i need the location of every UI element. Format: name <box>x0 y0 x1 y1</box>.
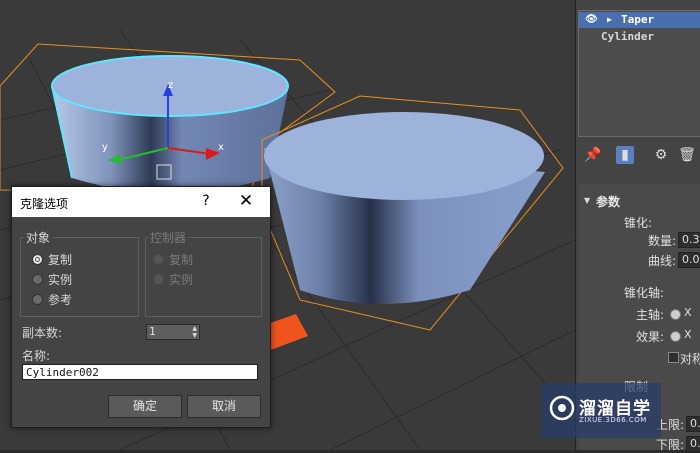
watermark-logo-icon <box>549 395 575 421</box>
cylinder-right[interactable] <box>261 95 564 331</box>
name-label: 名称: <box>22 349 51 363</box>
stack-item-label: Taper <box>621 13 655 26</box>
controller-copy-label: 复制 <box>169 253 194 267</box>
make-unique-icon[interactable]: ⚙ <box>652 146 670 164</box>
amount-label: 数量: <box>648 234 677 248</box>
effect-label: 效果: <box>636 330 665 344</box>
show-end-result-icon[interactable]: ▮ <box>616 146 634 164</box>
object-instance-label[interactable]: 实例 <box>48 271 72 288</box>
close-icon[interactable]: ✕ <box>236 191 256 211</box>
lower-limit-label: 下限: <box>656 438 685 452</box>
object-instance-radio[interactable] <box>32 274 43 285</box>
object-reference-label[interactable]: 参考 <box>48 291 72 308</box>
eye-icon[interactable]: 👁 <box>585 12 598 28</box>
stack-item-label: Cylinder <box>601 30 654 43</box>
cancel-button[interactable]: 取消 <box>187 395 261 418</box>
amount-spinner[interactable]: 0.3 <box>678 232 700 248</box>
help-button[interactable]: ? <box>198 193 214 209</box>
curve-label: 曲线: <box>648 254 677 268</box>
object-copy-radio[interactable] <box>32 254 43 265</box>
stack-item-cylinder[interactable]: Cylinder <box>579 29 700 45</box>
taper-axis-group-label: 锥化轴: <box>624 286 665 300</box>
taper-group-label: 锥化: <box>624 216 653 230</box>
copies-value: 1 <box>149 325 156 338</box>
copies-spinner[interactable]: 1 ▲ ▼ <box>146 324 200 340</box>
rollout-title[interactable]: 参数 <box>596 193 620 210</box>
upper-limit-spinner[interactable]: 0.0 <box>686 416 700 432</box>
expand-arrow-icon[interactable]: ▶ <box>607 12 612 28</box>
axis-label-z: z <box>168 80 174 91</box>
spinner-arrows-icon[interactable]: ▲ ▼ <box>192 325 197 339</box>
controller-copy-radio <box>153 254 164 265</box>
primary-axis-radio-x[interactable] <box>670 309 681 320</box>
object-copy-label[interactable]: 复制 <box>48 251 72 268</box>
pin-stack-icon[interactable]: 📌 <box>584 146 602 164</box>
axis-label-y: y <box>102 142 108 153</box>
axis-label-x: x <box>218 142 224 153</box>
stack-item-taper[interactable]: 👁 ▶ Taper <box>579 12 700 28</box>
remove-modifier-icon[interactable]: 🗑 <box>678 146 696 164</box>
modifier-toolbar: 📌 ▮ ⚙ 🗑 <box>578 142 700 168</box>
object-group-label: 对象 <box>24 229 53 246</box>
controller-instance-label: 实例 <box>169 273 194 287</box>
primary-axis-option: X <box>684 306 692 319</box>
modifier-stack[interactable]: 👁 ▶ Taper Cylinder <box>578 10 700 137</box>
clone-options-dialog: 克隆选项 ? ✕ 对象 复制 实例 参考 控制器 复制 实例 副本数: 1 ▲ ▼… <box>11 186 271 428</box>
effect-option: X <box>684 328 692 341</box>
object-reference-radio[interactable] <box>32 294 43 305</box>
ok-button[interactable]: 确定 <box>108 395 182 418</box>
curve-spinner[interactable]: 0.0 <box>678 252 700 268</box>
name-input[interactable]: Cylinder002 <box>22 364 258 380</box>
symmetry-label: 对称 <box>680 352 700 366</box>
copies-label: 副本数: <box>22 326 63 340</box>
primary-axis-label: 主轴: <box>636 308 665 322</box>
dialog-titlebar[interactable]: 克隆选项 ? ✕ <box>12 187 270 217</box>
watermark-subtitle: ZIXUE.3D66.COM <box>579 416 647 424</box>
watermark: 溜溜自学 ZIXUE.3D66.COM <box>541 383 661 438</box>
symmetry-checkbox[interactable] <box>668 352 679 363</box>
controller-instance-radio <box>153 274 164 285</box>
rollout-collapse-icon[interactable]: ▼ <box>584 196 590 205</box>
dialog-title: 克隆选项 <box>20 197 69 211</box>
effect-radio-x[interactable] <box>670 331 681 342</box>
controller-group-label: 控制器 <box>148 229 189 246</box>
